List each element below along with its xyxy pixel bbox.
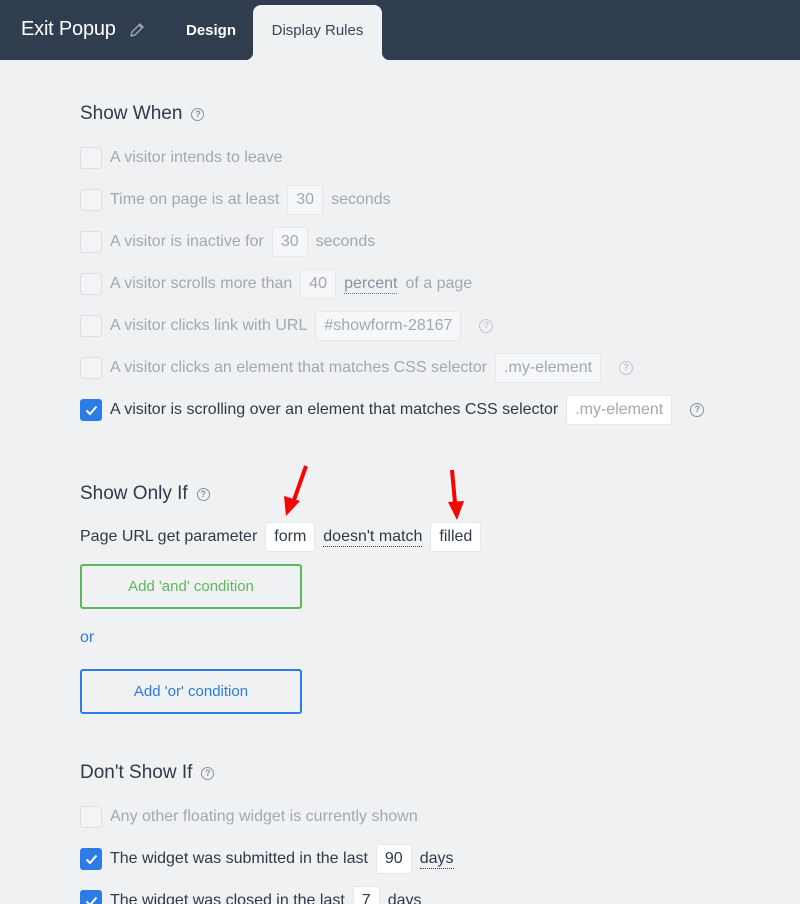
rule-suffix: seconds	[331, 191, 391, 208]
operator-dropdown[interactable]: doesn't match	[323, 528, 423, 547]
rule-label: A visitor is scrolling over an element t…	[110, 401, 559, 418]
annotation-arrow-param	[284, 465, 308, 516]
dont-show-if-section: Don't Show If ?	[80, 762, 215, 784]
checkbox-checked[interactable]	[80, 399, 102, 421]
checkmark-icon	[85, 854, 98, 865]
help-icon[interactable]: ?	[196, 487, 210, 501]
days-input[interactable]: 90	[375, 844, 412, 874]
checkbox[interactable]	[80, 806, 102, 828]
unit-dropdown[interactable]: days	[419, 850, 454, 869]
top-bar: Exit Popup Design Display Rules	[0, 0, 800, 60]
help-icon[interactable]: ?	[619, 361, 634, 375]
add-and-condition-button[interactable]: Add 'and' condition	[80, 564, 302, 609]
percent-input[interactable]: 40	[300, 269, 337, 299]
rule-scrolling-over-element: A visitor is scrolling over an element t…	[80, 395, 705, 425]
checkmark-icon	[85, 405, 98, 416]
rule-closed-recently: The widget was closed in the last 7 days	[80, 886, 422, 904]
days-input[interactable]: 7	[352, 886, 380, 904]
checkbox-checked[interactable]	[80, 848, 102, 870]
pencil-icon[interactable]	[127, 20, 147, 40]
rule-inactive: A visitor is inactive for 30 seconds	[80, 227, 375, 257]
annotation-arrow-value	[448, 469, 464, 520]
checkbox[interactable]	[80, 273, 102, 295]
seconds-input[interactable]: 30	[271, 227, 308, 257]
help-icon[interactable]: ?	[201, 766, 215, 780]
or-label: or	[80, 629, 95, 646]
rule-label: Time on page is at least	[110, 191, 280, 208]
param-value-input[interactable]: filled	[430, 522, 482, 552]
show-only-if-section: Show Only If ?	[80, 483, 210, 505]
checkbox[interactable]	[80, 147, 102, 169]
url-input[interactable]: #showform-28167	[315, 311, 462, 341]
rule-scrolls: A visitor scrolls more than 40 percent o…	[80, 269, 472, 299]
condition-label: Page URL get parameter	[80, 528, 258, 545]
param-name-input[interactable]: form	[265, 522, 316, 552]
checkbox[interactable]	[80, 315, 102, 337]
help-icon[interactable]: ?	[191, 107, 205, 121]
help-icon[interactable]: ?	[479, 319, 494, 333]
rule-suffix: seconds	[315, 233, 376, 250]
rule-label: A visitor is inactive for	[110, 233, 264, 250]
unit-dropdown[interactable]: percent	[344, 275, 398, 294]
checkbox-checked[interactable]	[80, 890, 102, 904]
unit-dropdown[interactable]: days	[388, 892, 422, 904]
rule-label: A visitor clicks link with URL	[110, 317, 308, 334]
show-when-title: Show When	[80, 103, 183, 124]
rule-label: A visitor scrolls more than	[110, 275, 293, 292]
checkbox[interactable]	[80, 189, 102, 211]
rule-other-widget-shown: Any other floating widget is currently s…	[80, 802, 418, 832]
seconds-input[interactable]: 30	[287, 185, 324, 215]
dont-show-if-title: Don't Show If	[80, 762, 193, 783]
tab-display-rules[interactable]: Display Rules	[245, 5, 390, 60]
rule-label: Any other floating widget is currently s…	[110, 808, 418, 825]
rule-time-on-page: Time on page is at least 30 seconds	[80, 185, 391, 215]
help-icon[interactable]: ?	[690, 403, 705, 417]
rule-label: The widget was submitted in the last	[110, 850, 368, 867]
widget-title: Exit Popup	[21, 18, 116, 40]
rule-clicks-element: A visitor clicks an element that matches…	[80, 353, 634, 383]
rule-suffix: of a page	[405, 275, 473, 292]
rule-submitted-recently: The widget was submitted in the last 90 …	[80, 844, 454, 874]
show-only-if-title: Show Only If	[80, 483, 188, 504]
rule-label: The widget was closed in the last	[110, 892, 345, 904]
rule-clicks-link: A visitor clicks link with URL #showform…	[80, 311, 494, 341]
url-param-condition: Page URL get parameter form doesn't matc…	[80, 522, 489, 552]
rule-label: A visitor clicks an element that matches…	[110, 359, 488, 376]
show-when-section: Show When ?	[80, 103, 205, 125]
css-selector-input[interactable]: .my-element	[566, 395, 673, 425]
add-or-condition-button[interactable]: Add 'or' condition	[80, 669, 302, 714]
rule-intends-to-leave: A visitor intends to leave	[80, 143, 283, 173]
rule-label: A visitor intends to leave	[110, 149, 283, 166]
checkbox[interactable]	[80, 231, 102, 253]
checkmark-icon	[85, 896, 98, 904]
tab-design[interactable]: Design	[186, 22, 236, 39]
checkbox[interactable]	[80, 357, 102, 379]
css-selector-input[interactable]: .my-element	[495, 353, 602, 383]
